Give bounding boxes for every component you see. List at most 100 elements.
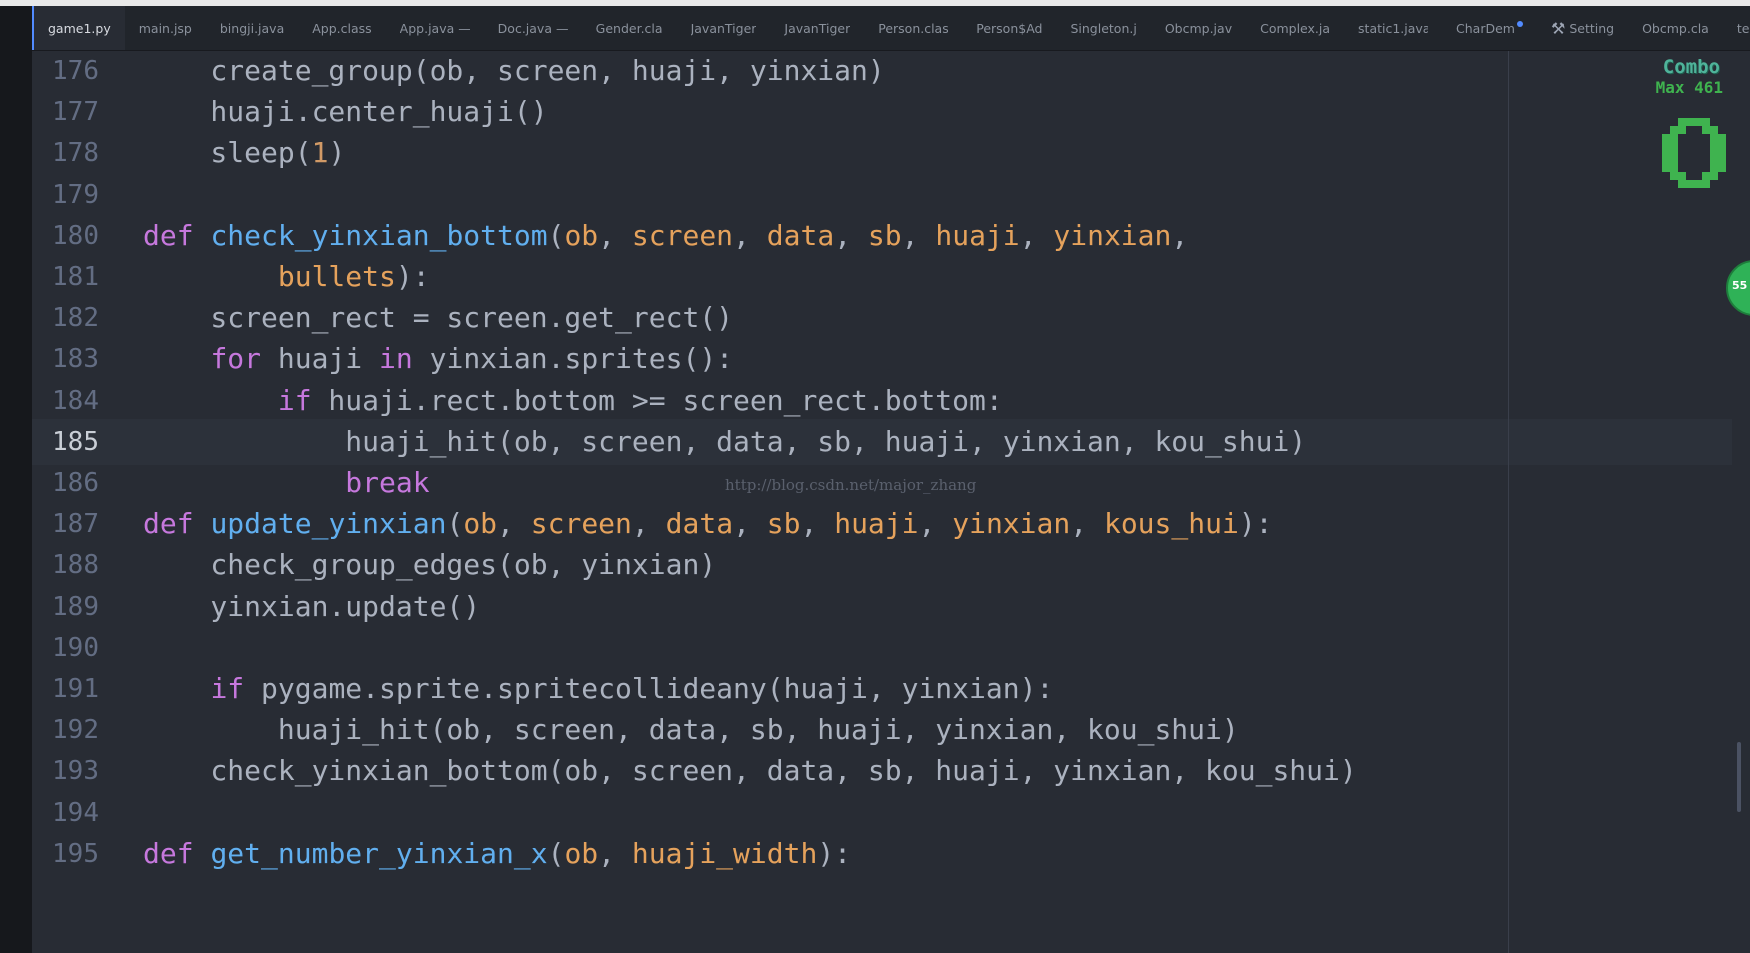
line-number: 194 <box>52 798 99 828</box>
code-editor[interactable]: 176 create_group(ob, screen, huaji, yinx… <box>32 51 1750 953</box>
code-line[interactable]: 193 check_yinxian_bottom(ob, screen, dat… <box>32 748 1732 794</box>
code-text: bullets): <box>143 254 430 300</box>
code-line[interactable]: 192 huaji_hit(ob, screen, data, sb, huaj… <box>32 707 1732 753</box>
code-token: , <box>1070 507 1104 540</box>
code-text: if pygame.sprite.spritecollideany(huaji,… <box>143 666 1053 712</box>
code-text: huaji_hit(ob, screen, data, sb, huaji, y… <box>143 419 1306 465</box>
tab-label: main.jsp <box>138 20 192 36</box>
code-token: check_yinxian_bottom(ob, screen, data, s… <box>143 754 1357 787</box>
combo-title: Combo <box>1662 56 1720 78</box>
tab-17[interactable]: Obcmp.cla <box>1628 6 1723 50</box>
code-line[interactable]: 194 <box>32 790 1732 836</box>
code-token: sb <box>766 507 801 540</box>
tab-1[interactable]: main.jsp <box>125 6 206 50</box>
code-token: screen <box>631 219 734 252</box>
code-line[interactable]: 183 for huaji in yinxian.sprites(): <box>32 336 1732 382</box>
editor-window: game1.py main.jsp bingji.java App.class App.… <box>0 0 1750 953</box>
code-text: check_group_edges(ob, yinxian) <box>143 542 716 588</box>
tab-14[interactable]: static1.java <box>1344 6 1442 50</box>
code-token: check_group_edges(ob, yinxian) <box>143 548 717 581</box>
code-token: huaji_hit(ob, screen, data, sb, huaji, y… <box>143 425 1307 458</box>
tab-2[interactable]: bingji.java <box>206 6 298 50</box>
tab-bar: game1.py main.jsp bingji.java App.class App.… <box>32 6 1750 51</box>
code-token: check_yinxian_bottom <box>210 219 548 252</box>
code-text: huaji.center_huaji() <box>143 89 547 135</box>
code-token: ) <box>328 136 346 169</box>
tab-5[interactable]: Doc.java — <box>484 6 582 50</box>
tab-12[interactable]: Obcmp.jav <box>1151 6 1246 50</box>
tab-8[interactable]: JavanTiger <box>770 6 864 50</box>
code-token: , <box>497 507 531 540</box>
watermark-text: http://blog.csdn.net/major_zhang <box>725 476 977 494</box>
code-token: 1 <box>311 136 329 169</box>
code-token: yinxian <box>952 507 1071 540</box>
tab-16[interactable]: ⚒ Setting <box>1537 6 1628 50</box>
tab-4[interactable]: App.java — <box>386 6 484 50</box>
tab-9[interactable]: Person.clas <box>864 6 962 50</box>
code-token: , <box>1171 219 1189 252</box>
tab-label: Obcmp.jav <box>1164 20 1233 36</box>
combo-count: 0 <box>1662 118 1726 192</box>
code-token: huaji <box>834 507 919 540</box>
code-text: check_yinxian_bottom(ob, screen, data, s… <box>143 748 1357 794</box>
code-line[interactable]: 188 check_group_edges(ob, yinxian) <box>32 542 1732 588</box>
tab-3[interactable]: App.class <box>298 6 385 50</box>
tab-10[interactable]: Person$Ad <box>962 6 1056 50</box>
tab-6[interactable]: Gender.cla <box>582 6 677 50</box>
tab-11[interactable]: Singleton.j <box>1056 6 1150 50</box>
code-line[interactable]: 187 def update_yinxian(ob, screen, data, … <box>32 501 1732 547</box>
tab-13[interactable]: Complex.ja <box>1246 6 1344 50</box>
code-line[interactable]: 185 huaji_hit(ob, screen, data, sb, huaj… <box>32 419 1732 465</box>
modified-dot-icon <box>1516 21 1523 27</box>
tab-label: Setting <box>1569 20 1615 36</box>
code-token: huaji_hit(ob, screen, data, sb, huaji, y… <box>143 713 1239 746</box>
code-line[interactable]: 179 <box>32 172 1732 218</box>
line-number: 190 <box>52 633 99 663</box>
tab-label: JavanTiger <box>784 20 851 36</box>
tab-label: Doc.java — <box>497 20 568 36</box>
code-line[interactable]: 182 screen_rect = screen.get_rect() <box>32 295 1732 341</box>
combo-max: Max 461 <box>1655 78 1723 97</box>
code-text: screen_rect = screen.get_rect() <box>143 295 733 341</box>
wrap-guide <box>1508 51 1509 953</box>
code-line[interactable]: 178 sleep(1) <box>32 130 1732 176</box>
line-number: 192 <box>52 715 99 745</box>
tab-7[interactable]: JavanTiger <box>677 6 771 50</box>
code-token: if <box>277 384 312 417</box>
scrollbar-thumb[interactable] <box>1737 742 1741 812</box>
tab-label: JavanTiger <box>690 20 757 36</box>
tab-label: Singleton.j <box>1070 20 1137 36</box>
code-token: def <box>143 837 194 870</box>
line-number: 178 <box>52 138 99 168</box>
tab-0[interactable]: game1.py <box>32 6 125 50</box>
line-number: 176 <box>52 56 99 86</box>
code-token: ob <box>463 507 498 540</box>
code-line[interactable]: 181 bullets): <box>32 254 1732 300</box>
code-line[interactable]: 189 yinxian.update() <box>32 584 1732 630</box>
code-line[interactable]: 176 create_group(ob, screen, huaji, yinx… <box>32 48 1732 94</box>
line-number: 191 <box>52 674 99 704</box>
code-text: huaji_hit(ob, screen, data, sb, huaji, y… <box>143 707 1239 753</box>
tab-label: Person.clas <box>878 20 949 36</box>
code-line[interactable]: 190 <box>32 625 1732 671</box>
code-token: def <box>143 219 194 252</box>
code-text: def get_number_yinxian_x(ob, huaji_width… <box>143 831 851 877</box>
code-text: for huaji in yinxian.sprites(): <box>143 336 733 382</box>
code-line[interactable]: 191 if pygame.sprite.spritecollideany(hu… <box>32 666 1732 712</box>
tab-18[interactable]: test1.java <box>1723 6 1750 50</box>
code-token: ): <box>395 260 430 293</box>
code-line[interactable]: 184 if huaji.rect.bottom >= screen_rect.… <box>32 378 1732 424</box>
code-token: ): <box>817 837 852 870</box>
left-edge-strip <box>0 6 32 953</box>
code-line[interactable]: 180 def check_yinxian_bottom(ob, screen, … <box>32 213 1732 259</box>
code-line[interactable]: 177 huaji.center_huaji() <box>32 89 1732 135</box>
tab-label: bingji.java <box>219 20 285 36</box>
code-line[interactable]: 195 def get_number_yinxian_x(ob, huaji_wi… <box>32 831 1732 877</box>
code-text: def check_yinxian_bottom(ob, screen, dat… <box>143 213 1188 259</box>
code-token: , <box>598 837 632 870</box>
tab-15[interactable]: CharDem <box>1442 6 1537 50</box>
code-token: screen <box>530 507 632 540</box>
